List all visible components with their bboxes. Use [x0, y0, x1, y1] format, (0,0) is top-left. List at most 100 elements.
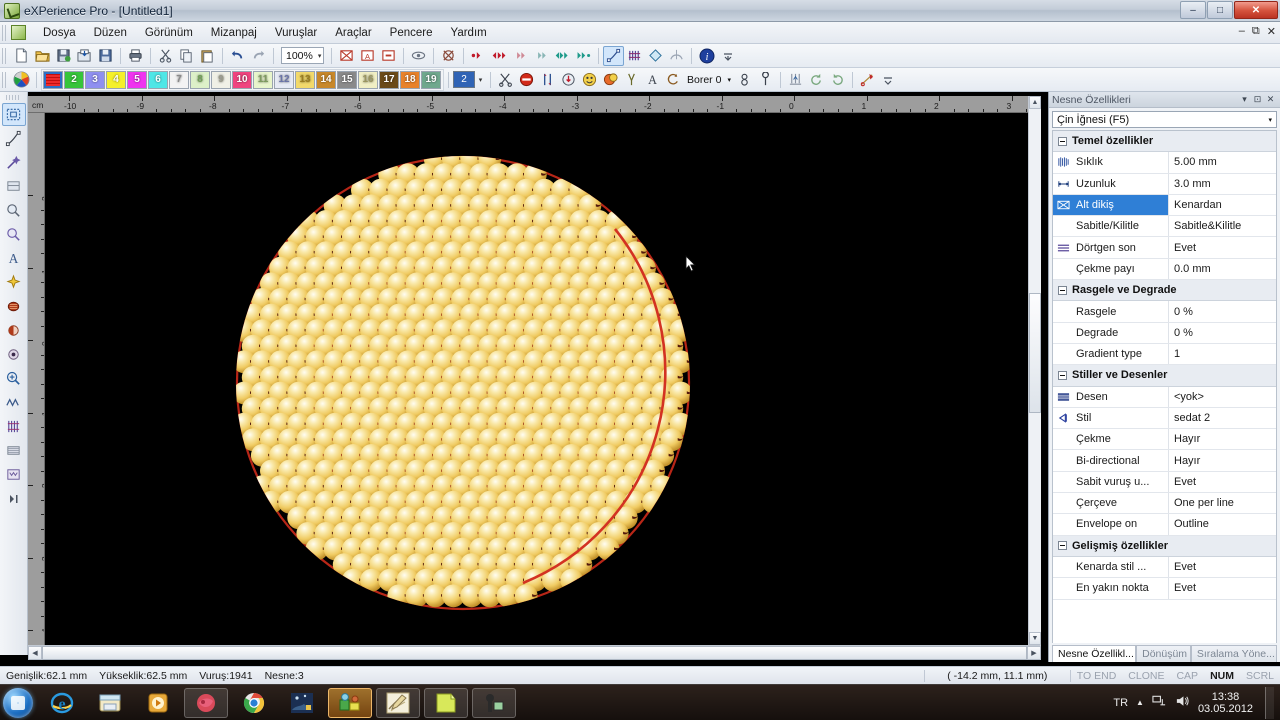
thread-cut-icon[interactable]: [857, 70, 878, 90]
design-canvas[interactable]: [45, 113, 1040, 645]
property-value[interactable]: Evet: [1169, 237, 1276, 257]
needle-set-icon[interactable]: [558, 70, 579, 90]
property-value[interactable]: Evet: [1169, 578, 1276, 598]
property-row[interactable]: Sıklık 5.00 mm: [1053, 152, 1276, 174]
panel-close-icon[interactable]: ✕: [1264, 94, 1277, 105]
menu-item-vuruslar[interactable]: Vuruşlar: [266, 24, 326, 42]
zoom-level-combo[interactable]: 100% ▾: [281, 47, 325, 64]
property-row[interactable]: Dörtgen son Evet: [1053, 237, 1276, 259]
collapse-expander-icon[interactable]: [1058, 370, 1067, 380]
property-value[interactable]: 0 %: [1169, 323, 1276, 343]
trim-scissors-icon[interactable]: [495, 70, 516, 90]
vertical-scrollbar[interactable]: ▲ ▼: [1028, 96, 1041, 645]
show-grid-icon[interactable]: A: [357, 46, 378, 66]
horizontal-scrollbar[interactable]: ◀ ▶: [28, 645, 1041, 660]
stop-icon[interactable]: [516, 70, 537, 90]
show-outline-icon[interactable]: [378, 46, 399, 66]
point-tool[interactable]: [2, 343, 26, 366]
property-value[interactable]: <yok>: [1169, 387, 1276, 407]
collapse-expander-icon[interactable]: [1058, 541, 1067, 551]
chevron-down-icon[interactable]: ▾: [727, 76, 731, 84]
color-swatch-2[interactable]: 2: [64, 70, 84, 89]
property-group-header[interactable]: Temel özellikler: [1053, 131, 1276, 153]
toolbar-overflow-icon[interactable]: [717, 46, 738, 66]
toolbar-grip[interactable]: [2, 47, 8, 64]
collapse-expander-icon[interactable]: [1058, 136, 1067, 146]
ellipse-fill-tool[interactable]: [2, 295, 26, 318]
color-swatch-10[interactable]: 10: [232, 70, 252, 89]
properties-tab-2[interactable]: Sıralama Yöne...: [1190, 645, 1278, 662]
tray-overflow-arrow-icon[interactable]: ▲: [1136, 698, 1144, 707]
node-edit-icon[interactable]: [603, 45, 625, 66]
circle-partial-tool[interactable]: [2, 319, 26, 342]
scroll-down-arrow[interactable]: ▼: [1029, 632, 1041, 645]
property-row[interactable]: Çekme Hayır: [1053, 429, 1276, 451]
color-swatch-16[interactable]: 16: [358, 70, 378, 89]
stitch-teal-light-icon[interactable]: [531, 46, 552, 66]
property-row[interactable]: En yakın nokta Evet: [1053, 578, 1276, 600]
show-hoop-icon[interactable]: [336, 46, 357, 66]
color-swatch-13[interactable]: 13: [295, 70, 315, 89]
save-icon[interactable]: [95, 46, 116, 66]
property-row[interactable]: Envelope on Outline: [1053, 514, 1276, 536]
cut-icon[interactable]: [155, 46, 176, 66]
needle-bar-icon[interactable]: [734, 70, 755, 90]
property-value[interactable]: 1: [1169, 344, 1276, 364]
cording-icon[interactable]: [755, 70, 776, 90]
menu-item-yardim[interactable]: Yardım: [442, 24, 496, 42]
mirror-icon[interactable]: [666, 46, 687, 66]
needle-dropdown-icon[interactable]: ▾: [475, 70, 486, 90]
property-value[interactable]: Kenardan: [1169, 195, 1276, 215]
stitch-green-pair-icon[interactable]: [573, 46, 594, 66]
satin-stitch-tool[interactable]: [2, 415, 26, 438]
property-value[interactable]: Evet: [1169, 557, 1276, 577]
property-value[interactable]: 0 %: [1169, 301, 1276, 321]
panel-menu-icon[interactable]: ▾: [1238, 94, 1251, 105]
print-icon[interactable]: [125, 46, 146, 66]
tray-language[interactable]: TR: [1113, 697, 1128, 709]
undo-icon[interactable]: [227, 46, 248, 66]
color-swatch-11[interactable]: 11: [253, 70, 273, 89]
menu-item-mizanpaj[interactable]: Mizanpaj: [202, 24, 266, 42]
mdi-restore-button[interactable]: ⧉: [1252, 25, 1260, 38]
property-row[interactable]: Alt dikiş Kenardan: [1053, 194, 1276, 217]
property-value[interactable]: 0.0 mm: [1169, 259, 1276, 279]
rotate-cw-icon[interactable]: [827, 70, 848, 90]
vertical-scroll-thumb[interactable]: [1029, 293, 1041, 413]
start-orb[interactable]: [3, 687, 33, 718]
stitch-red-double-icon[interactable]: [489, 46, 510, 66]
horizontal-scroll-thumb[interactable]: [42, 646, 1027, 660]
property-row[interactable]: Çekme payı 0.0 mm: [1053, 258, 1276, 281]
new-document-icon[interactable]: [11, 46, 32, 66]
rail-expand-button[interactable]: [2, 487, 26, 510]
menu-item-dosya[interactable]: Dosya: [34, 24, 85, 42]
hoop-center-icon[interactable]: [438, 46, 459, 66]
color-swatch-14[interactable]: 14: [316, 70, 336, 89]
property-value[interactable]: One per line: [1169, 493, 1276, 513]
properties-tab-0[interactable]: Nesne Özellikl...: [1052, 645, 1137, 662]
scroll-up-arrow[interactable]: ▲: [1029, 96, 1041, 109]
network-icon[interactable]: [1152, 694, 1167, 711]
property-value[interactable]: Hayır: [1169, 429, 1276, 449]
design-app-icon[interactable]: [376, 687, 420, 718]
run-stitch-tool[interactable]: [2, 391, 26, 414]
property-row[interactable]: Sabit vuruş u... Evet: [1053, 471, 1276, 494]
import-design-icon[interactable]: [74, 46, 95, 66]
property-value[interactable]: sedat 2: [1169, 408, 1276, 428]
zoom-in-tool[interactable]: [2, 367, 26, 390]
property-row[interactable]: Bi-directional Hayır: [1053, 450, 1276, 472]
property-row[interactable]: Çerçeve One per line: [1053, 493, 1276, 515]
chevron-down-icon[interactable]: ▾: [318, 52, 322, 60]
panel-pin-icon[interactable]: ⊡: [1251, 94, 1264, 105]
maximize-button[interactable]: □: [1207, 1, 1233, 19]
property-value[interactable]: Hayır: [1169, 450, 1276, 470]
mdi-close-button[interactable]: ✕: [1267, 25, 1276, 38]
experience-pro-icon[interactable]: [328, 687, 372, 718]
reshape-tool[interactable]: [2, 175, 26, 198]
mdi-minimize-button[interactable]: –: [1239, 25, 1245, 38]
copy-icon[interactable]: [176, 46, 197, 66]
property-row[interactable]: Gradient type 1: [1053, 343, 1276, 366]
property-row[interactable]: Desen <yok>: [1053, 386, 1276, 408]
open-folder-icon[interactable]: [32, 46, 53, 66]
color-swatch-4[interactable]: 4: [106, 70, 126, 89]
